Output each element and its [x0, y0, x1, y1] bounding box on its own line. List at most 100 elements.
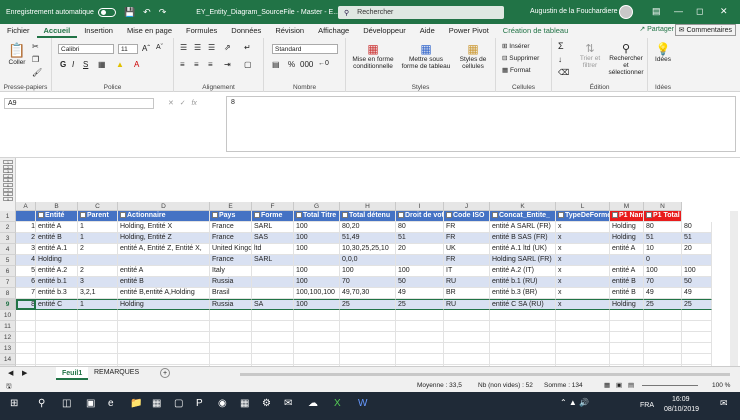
table-cell[interactable]: 4	[16, 255, 36, 266]
tab-affichage[interactable]: Affichage	[311, 24, 356, 38]
table-cell[interactable]: France	[210, 222, 252, 233]
minimize-icon[interactable]: —	[674, 6, 683, 16]
empty-cell[interactable]	[644, 343, 682, 354]
orientation-icon[interactable]: ⇗	[224, 43, 231, 52]
insert-cells-button[interactable]: ⊞ Insérer	[502, 42, 530, 50]
empty-cell[interactable]	[490, 354, 556, 365]
table-cell[interactable]: 3	[78, 277, 118, 288]
table-header-cell[interactable]: Droit de vote	[396, 211, 444, 222]
outline-level-4[interactable]: 4	[3, 173, 13, 178]
table-cell[interactable]: entité B	[610, 288, 644, 299]
empty-cell[interactable]	[340, 354, 396, 365]
table-header-cell[interactable]: Total détenu	[340, 211, 396, 222]
clock-time[interactable]: 16:09	[672, 396, 690, 403]
column-header-n[interactable]: N	[644, 202, 682, 211]
table-cell[interactable]: entité B,entité A,Holding	[118, 288, 210, 299]
language-indicator[interactable]: FRA	[640, 402, 654, 409]
empty-cell[interactable]	[340, 321, 396, 332]
number-format-select[interactable]: Standard	[272, 44, 338, 54]
table-cell[interactable]: FR	[444, 233, 490, 244]
empty-cell[interactable]	[490, 332, 556, 343]
onedrive-icon[interactable]: ☁	[308, 398, 318, 409]
font-color-icon[interactable]: A	[134, 60, 139, 69]
table-cell[interactable]: 10	[644, 244, 682, 255]
table-cell[interactable]: RU	[444, 299, 490, 310]
filter-dropdown-icon[interactable]	[80, 212, 86, 219]
prev-sheet-icon[interactable]: ◀	[8, 369, 13, 377]
table-cell[interactable]: 2	[16, 233, 36, 244]
table-header-cell[interactable]	[16, 211, 36, 222]
page-break-icon[interactable]: ▤	[628, 381, 634, 389]
fill-color-icon[interactable]: ▲	[116, 60, 124, 69]
table-cell[interactable]: entité A.2 (IT)	[490, 266, 556, 277]
table-cell[interactable]: entité A SARL (FR)	[490, 222, 556, 233]
empty-cell[interactable]	[78, 321, 118, 332]
row-header[interactable]: 14	[0, 354, 16, 365]
table-cell[interactable]: 100	[294, 266, 340, 277]
empty-cell[interactable]	[36, 310, 78, 321]
empty-cell[interactable]	[396, 332, 444, 343]
empty-cell[interactable]	[396, 321, 444, 332]
table-cell[interactable]: 2	[78, 244, 118, 255]
table-cell[interactable]: 70	[644, 277, 682, 288]
sheet-tab-remarques[interactable]: REMARQUES	[94, 369, 139, 376]
align-left-icon[interactable]: ≡	[180, 60, 185, 69]
table-cell[interactable]: 25	[396, 299, 444, 310]
table-cell[interactable]: 100	[294, 277, 340, 288]
table-cell[interactable]: entité B	[610, 277, 644, 288]
table-cell[interactable]: x	[556, 244, 610, 255]
empty-cell[interactable]	[36, 343, 78, 354]
find-select-button[interactable]: ⚲ Rechercher et sélectionner	[606, 42, 646, 76]
outline-level-2[interactable]: 2	[3, 164, 13, 169]
table-cell[interactable]: RU	[444, 277, 490, 288]
empty-cell[interactable]	[118, 332, 210, 343]
outline-level-1[interactable]: 1	[3, 160, 13, 165]
empty-cell[interactable]	[682, 332, 712, 343]
vertical-scrollbar[interactable]	[730, 211, 738, 367]
empty-cell[interactable]	[210, 310, 252, 321]
merge-icon[interactable]: ▢	[244, 60, 252, 69]
table-cell[interactable]: entité A.1	[36, 244, 78, 255]
enter-icon[interactable]: ✓	[180, 100, 186, 107]
filter-dropdown-icon[interactable]	[296, 212, 302, 219]
table-cell[interactable]: 80	[682, 222, 712, 233]
table-cell[interactable]: 10,30,25,25,10	[340, 244, 396, 255]
table-cell[interactable]: SAS	[252, 233, 294, 244]
table-cell[interactable]: SARL	[252, 255, 294, 266]
table-cell[interactable]: 70	[340, 277, 396, 288]
table-cell[interactable]	[252, 288, 294, 299]
table-cell[interactable]: 49	[682, 288, 712, 299]
row-header[interactable]: 12	[0, 332, 16, 343]
column-header-i[interactable]: I	[396, 202, 444, 211]
empty-cell[interactable]	[556, 332, 610, 343]
filter-dropdown-icon[interactable]	[120, 212, 126, 219]
table-cell[interactable]: entité A.1 ltd (UK)	[490, 244, 556, 255]
empty-cell[interactable]	[490, 321, 556, 332]
table-cell[interactable]: entité A	[36, 222, 78, 233]
filter-dropdown-icon[interactable]	[446, 212, 452, 219]
column-header-h[interactable]: H	[340, 202, 396, 211]
search-icon[interactable]: ⚲	[38, 398, 45, 409]
align-right-icon[interactable]: ≡	[208, 60, 213, 69]
tab-accueil[interactable]: Accueil	[36, 24, 78, 38]
table-cell[interactable]: x	[556, 255, 610, 266]
align-center-icon[interactable]: ≡	[194, 60, 199, 69]
filter-dropdown-icon[interactable]	[612, 212, 618, 219]
fill-icon[interactable]: ↓	[558, 55, 562, 64]
sort-filter-button[interactable]: ⇅ Trier et filtrer	[576, 42, 604, 69]
app-icon[interactable]: ▦	[240, 398, 249, 409]
conditional-format-button[interactable]: ▦ Mise en forme conditionnelle	[350, 42, 396, 70]
table-cell[interactable]: Holding	[610, 222, 644, 233]
row-header[interactable]: 9	[0, 299, 16, 310]
empty-cell[interactable]	[682, 310, 712, 321]
filter-dropdown-icon[interactable]	[342, 212, 348, 219]
thousands-icon[interactable]: 000	[300, 60, 313, 69]
ideas-button[interactable]: 💡 Idées	[652, 42, 674, 63]
tab-creation-tableau[interactable]: Création de tableau	[496, 24, 575, 38]
share-button[interactable]: ↗ Partager	[639, 25, 674, 33]
column-header-b[interactable]: B	[36, 202, 78, 211]
table-cell[interactable]: IT	[444, 266, 490, 277]
table-cell[interactable]: 7	[16, 288, 36, 299]
table-cell[interactable]: x	[556, 277, 610, 288]
cancel-icon[interactable]: ✕	[168, 100, 174, 107]
